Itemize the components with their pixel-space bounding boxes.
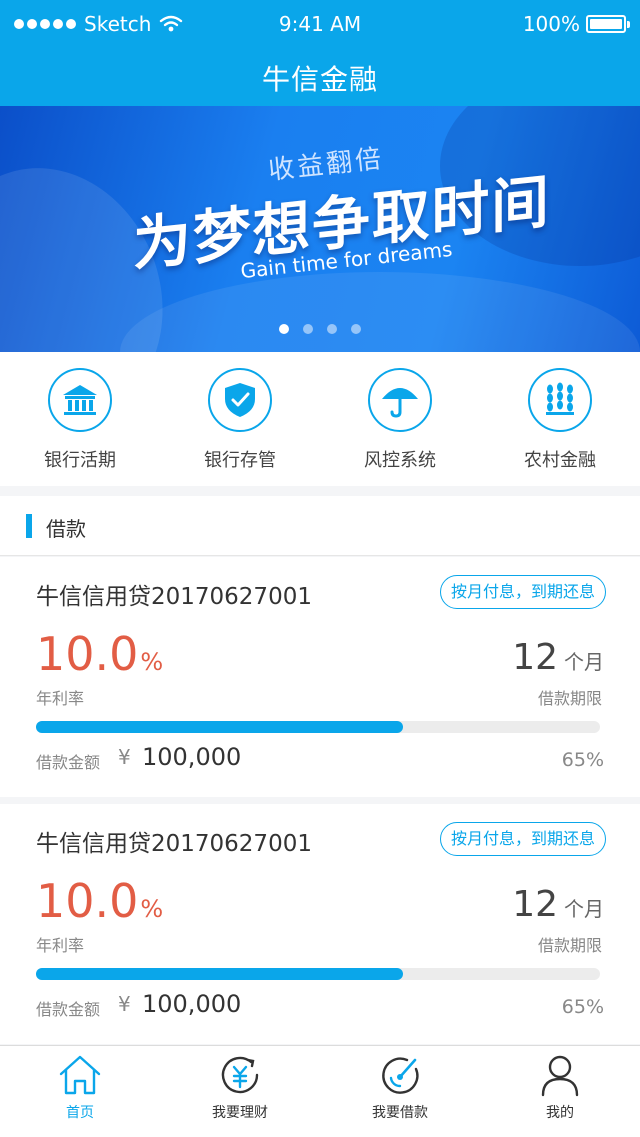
page-title: 牛信金融: [261, 63, 378, 96]
currency-symbol: ¥: [118, 992, 131, 1016]
carousel-dot[interactable]: [279, 324, 289, 334]
term-unit: 个月: [564, 650, 604, 674]
rate-value: 10.0: [36, 627, 139, 681]
loan-term: 12 个月: [512, 637, 604, 678]
progress-percent: 65%: [561, 996, 604, 1018]
tab-home[interactable]: 首页: [0, 1046, 160, 1137]
progress-fill: [36, 721, 403, 733]
invest-icon: [221, 1056, 259, 1094]
amount-label: 借款金额: [36, 1000, 101, 1019]
progress-bar: [36, 968, 600, 980]
tab-mine[interactable]: 我的: [480, 1046, 640, 1137]
annual-rate: 10.0%: [36, 627, 163, 681]
quick-link-label: 银行存管: [204, 450, 276, 471]
home-icon: [59, 1055, 101, 1095]
loan-name: 牛信信用贷20170627001: [36, 831, 312, 857]
section-title: 借款: [46, 517, 86, 541]
carousel-dot[interactable]: [351, 324, 361, 334]
progress-bar: [36, 721, 600, 733]
battery-status: 100%: [522, 12, 630, 36]
term-value: 12: [512, 637, 558, 678]
tab-label: 我要理财: [212, 1105, 268, 1121]
top-bar: Sketch 9:41 AM 100% 牛信金融: [0, 0, 640, 106]
progress-fill: [36, 968, 403, 980]
loan-term: 12 个月: [512, 884, 604, 925]
annual-rate: 10.0%: [36, 874, 163, 928]
battery-icon: [586, 15, 630, 33]
status-bar: Sketch 9:41 AM 100%: [0, 0, 640, 48]
loan-section-header: 借款: [0, 496, 640, 556]
carousel-dot[interactable]: [327, 324, 337, 334]
umbrella-icon: [368, 368, 432, 432]
battery-percent: 100%: [522, 12, 580, 36]
borrow-icon: [382, 1057, 419, 1094]
term-label: 借款期限: [537, 689, 602, 708]
tab-borrow[interactable]: 我要借款: [320, 1046, 480, 1137]
carousel-dot[interactable]: [303, 324, 313, 334]
quick-link-bank-custody[interactable]: 银行存管: [160, 352, 320, 486]
section-accent-bar: [26, 514, 32, 538]
rate-unit: %: [140, 895, 164, 923]
currency-symbol: ¥: [118, 745, 131, 769]
loan-amount: 100,000: [142, 743, 242, 771]
quick-link-rural-finance[interactable]: 农村金融: [480, 352, 640, 486]
progress-percent: 65%: [561, 749, 604, 771]
quick-link-bank-demand[interactable]: 银行活期: [0, 352, 160, 486]
bank-icon: [48, 368, 112, 432]
tab-invest[interactable]: 我要理财: [160, 1046, 320, 1137]
loan-card[interactable]: 牛信信用贷20170627001 按月付息，到期还息 10.0% 年利率 12 个…: [0, 804, 640, 1044]
tab-label: 我的: [546, 1105, 574, 1121]
rate-label: 年利率: [36, 936, 85, 955]
quick-link-label: 风控系统: [364, 450, 436, 471]
user-icon: [541, 1055, 579, 1097]
term-label: 借款期限: [537, 936, 602, 955]
quick-link-label: 农村金融: [524, 450, 596, 471]
shield-check-icon: [208, 368, 272, 432]
term-unit: 个月: [564, 897, 604, 921]
wheat-icon: [528, 368, 592, 432]
loan-name: 牛信信用贷20170627001: [36, 584, 312, 610]
rate-label: 年利率: [36, 689, 85, 708]
promo-banner[interactable]: 收益翻倍 为梦想争取时间 Gain time for dreams: [0, 106, 640, 352]
loan-amount: 100,000: [142, 990, 242, 1018]
tab-label: 我要借款: [372, 1105, 428, 1121]
quick-link-risk-control[interactable]: 风控系统: [320, 352, 480, 486]
term-value: 12: [512, 884, 558, 925]
quick-links: 银行活期 银行存管 风控系统 农村金融: [0, 352, 640, 486]
repayment-badge: 按月付息，到期还息: [439, 575, 606, 609]
repayment-badge: 按月付息，到期还息: [439, 822, 606, 856]
quick-link-label: 银行活期: [44, 450, 116, 471]
carousel-indicators[interactable]: [0, 324, 640, 334]
tab-bar: 首页 我要理财 我要借款 我的: [0, 1045, 640, 1137]
tab-label: 首页: [66, 1105, 94, 1121]
amount-label: 借款金额: [36, 753, 101, 772]
rate-unit: %: [140, 648, 164, 676]
loan-card[interactable]: 牛信信用贷20170627001 按月付息，到期还息 10.0% 年利率 12 个…: [0, 557, 640, 797]
rate-value: 10.0: [36, 874, 139, 928]
